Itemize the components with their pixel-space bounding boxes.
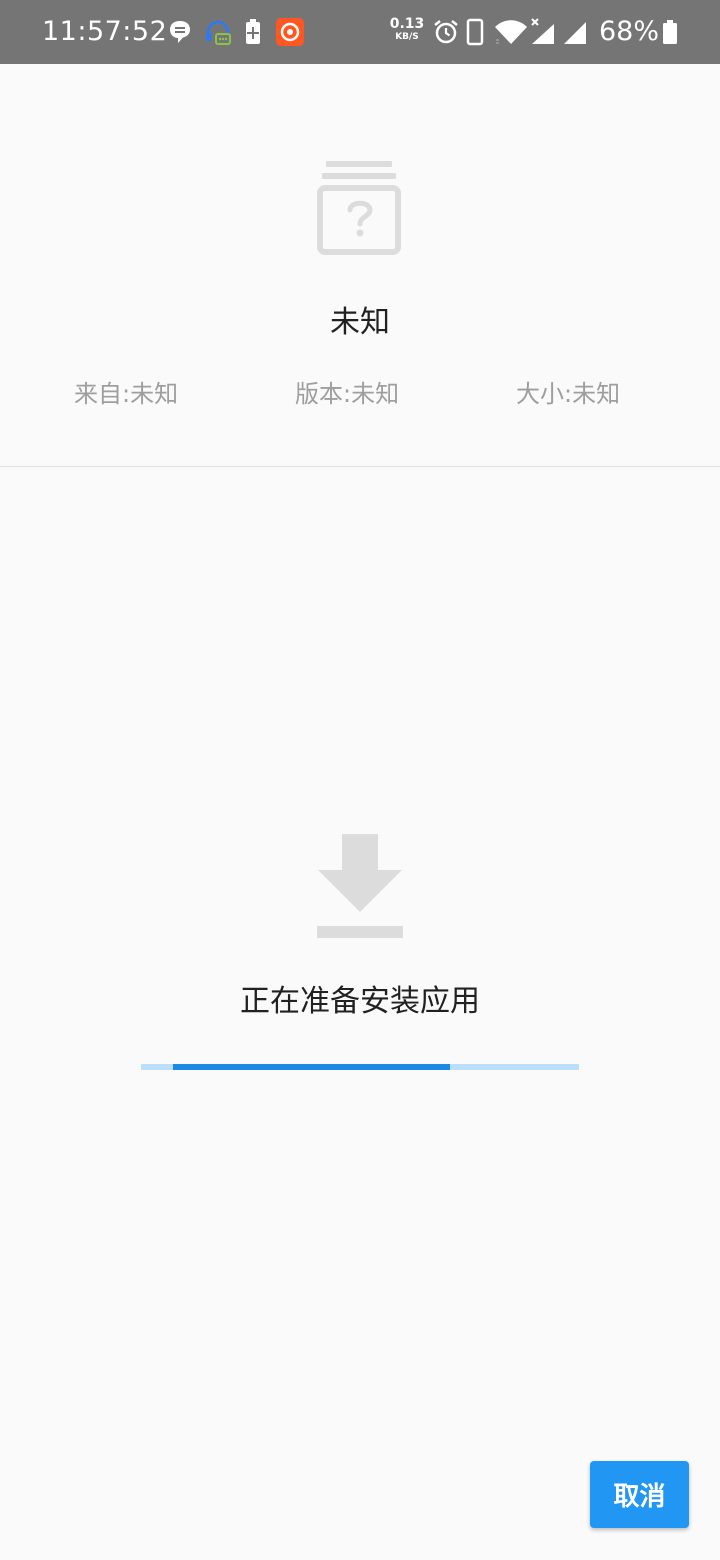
cancel-button[interactable]: 取消 — [590, 1461, 689, 1528]
battery-percent: 68% — [599, 16, 660, 47]
section-divider — [0, 466, 720, 467]
progress-bar-fill — [172, 1064, 450, 1070]
app-size: 大小:未知 — [516, 380, 621, 408]
unknown-app-icon — [317, 161, 401, 255]
battery-icon — [663, 20, 677, 44]
orange-app-icon — [276, 18, 304, 46]
net-speed-unit: KB/S — [395, 32, 419, 42]
net-speed: 0.13 KB/S — [388, 16, 426, 43]
signal-icon — [564, 22, 586, 44]
signal-x-icon — [531, 18, 554, 44]
download-icon — [317, 834, 403, 938]
wifi-icon — [495, 20, 527, 44]
headset-chat-icon — [206, 20, 231, 45]
install-status-text: 正在准备安装应用 — [240, 984, 480, 1019]
app-source: 来自:未知 — [74, 380, 179, 408]
alarm-icon — [434, 20, 458, 44]
net-speed-value: 0.13 — [389, 16, 425, 32]
status-bar: 11:57:52 0.13 KB/S 68% — [0, 0, 720, 64]
app-version: 版本:未知 — [295, 380, 400, 408]
status-time: 11:57:52 — [42, 16, 168, 47]
progress-bar — [141, 1064, 579, 1070]
app-name: 未知 — [330, 305, 390, 340]
battery-plus-icon — [246, 19, 260, 44]
chat-bubble-icon — [170, 21, 190, 43]
phone-icon — [466, 18, 484, 46]
